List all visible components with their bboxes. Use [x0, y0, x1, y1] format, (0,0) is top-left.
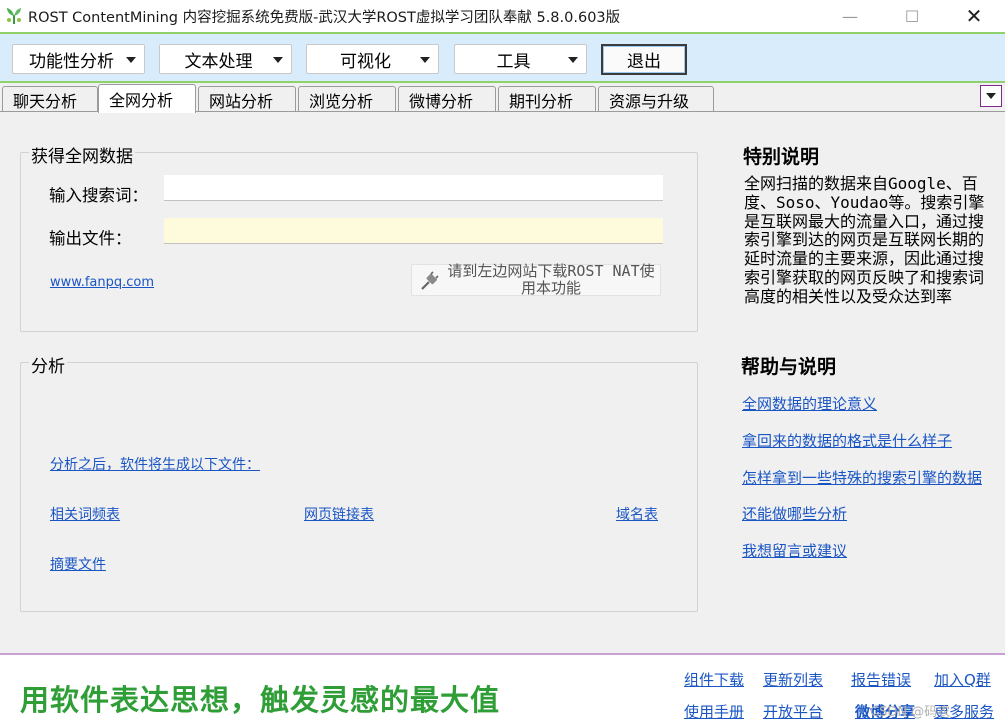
footer-link-open-platform[interactable]: 开放平台: [763, 701, 823, 722]
menu-functional-analysis[interactable]: 功能性分析: [12, 44, 145, 74]
page-links-link[interactable]: 网页链接表: [304, 504, 374, 524]
domain-table-link[interactable]: 域名表: [616, 504, 658, 524]
analysis-group: 分析 分析之后，软件将生成以下文件： 相关词频表 网页链接表 域名表 摘要文件: [20, 352, 698, 612]
slogan-text: 用软件表达思想，触发灵感的最大值: [20, 683, 501, 717]
main-content: 获得全网数据 输入搜索词： 输出文件： www.fanpq.com 请到左边网站…: [0, 111, 1005, 653]
tab-weibo-analysis[interactable]: 微博分析: [398, 86, 496, 112]
menu-label: 工具: [496, 51, 531, 72]
special-notes-title: 特别说明: [743, 146, 820, 168]
output-label: 输出文件：: [49, 229, 132, 248]
tab-journal-analysis[interactable]: 期刊分析: [498, 86, 596, 112]
tab-overflow-button[interactable]: [980, 85, 1002, 107]
chevron-down-icon: [126, 57, 136, 63]
chevron-down-icon: [273, 57, 283, 63]
footer-link-update-list[interactable]: 更新列表: [763, 669, 823, 690]
menu-label: 可视化: [340, 51, 391, 72]
tab-bar: 聊天分析 全网分析 网站分析 浏览分析 微博分析 期刊分析 资源与升级: [0, 83, 1005, 113]
menu-label: 功能性分析: [29, 51, 114, 72]
footer-bar: 用软件表达思想，触发灵感的最大值 组件下载 更新列表 报告错误 加入Q群 使用手…: [0, 653, 1005, 725]
window-controls: — ☐ ✕: [819, 0, 1005, 32]
close-button[interactable]: ✕: [943, 0, 1005, 32]
footer-link-join-qq-group[interactable]: 加入Q群: [934, 669, 991, 690]
menu-toolbar: 功能性分析 文本处理 可视化 工具 退出: [0, 32, 1005, 83]
search-label: 输入搜索词：: [49, 186, 148, 205]
minimize-button[interactable]: —: [819, 0, 881, 32]
search-input[interactable]: [164, 175, 663, 201]
tab-resources-upgrade[interactable]: 资源与升级: [598, 86, 714, 112]
chevron-down-icon: [986, 93, 996, 99]
download-notice: 请到左边网站下载ROST NAT使用本功能: [411, 262, 661, 297]
plug-icon: [421, 271, 439, 290]
fetch-data-group: 获得全网数据 输入搜索词： 输出文件： www.fanpq.com: [20, 142, 698, 332]
analysis-output-intro-link[interactable]: 分析之后，软件将生成以下文件：: [50, 454, 260, 474]
help-link-more-analysis[interactable]: 还能做哪些分析: [742, 503, 847, 524]
footer-link-component-download[interactable]: 组件下载: [684, 669, 744, 690]
special-notes-text: 全网扫描的数据来自Google、百度、Soso、Youdao等。搜索引擎是互联网…: [744, 174, 985, 306]
chevron-down-icon: [420, 57, 430, 63]
help-link-feedback[interactable]: 我想留言或建议: [742, 540, 847, 561]
tab-browse-analysis[interactable]: 浏览分析: [298, 86, 396, 112]
help-link-theory[interactable]: 全网数据的理论意义: [742, 393, 877, 414]
menu-label: 文本处理: [184, 51, 253, 72]
menu-tools[interactable]: 工具: [454, 44, 587, 74]
output-file-input[interactable]: [164, 218, 663, 244]
tab-site-analysis[interactable]: 网站分析: [198, 86, 296, 112]
group-title: 获得全网数据: [29, 142, 135, 167]
download-notice-text: 请到左边网站下载ROST NAT使用本功能: [447, 262, 655, 297]
fanpq-site-link[interactable]: www.fanpq.com: [50, 275, 154, 290]
footer-link-user-manual[interactable]: 使用手册: [684, 701, 744, 722]
exit-button[interactable]: 退出: [601, 44, 687, 75]
watermark-text: CSDN @码农: [870, 705, 951, 720]
app-window: ROST ContentMining 内容挖掘系统免费版-武汉大学ROST虚拟学…: [0, 0, 1005, 725]
tab-chat-analysis[interactable]: 聊天分析: [2, 86, 98, 112]
window-title: ROST ContentMining 内容挖掘系统免费版-武汉大学ROST虚拟学…: [28, 9, 621, 26]
chevron-down-icon: [568, 57, 578, 63]
group-title: 分析: [29, 352, 67, 377]
maximize-button[interactable]: ☐: [881, 0, 943, 32]
help-link-special-engines[interactable]: 怎样拿到一些特殊的搜索引擎的数据: [742, 467, 982, 488]
word-frequency-link[interactable]: 相关词频表: [50, 504, 120, 524]
app-logo-icon: [7, 8, 21, 24]
footer-link-report-bug[interactable]: 报告错误: [851, 669, 911, 690]
summary-file-link[interactable]: 摘要文件: [50, 554, 106, 574]
help-link-data-format[interactable]: 拿回来的数据的格式是什么样子: [742, 430, 952, 451]
menu-text-processing[interactable]: 文本处理: [159, 44, 292, 74]
title-bar: ROST ContentMining 内容挖掘系统免费版-武汉大学ROST虚拟学…: [0, 0, 1005, 32]
help-title: 帮助与说明: [741, 356, 837, 378]
tab-web-analysis[interactable]: 全网分析: [98, 84, 196, 113]
menu-visualization[interactable]: 可视化: [306, 44, 439, 74]
